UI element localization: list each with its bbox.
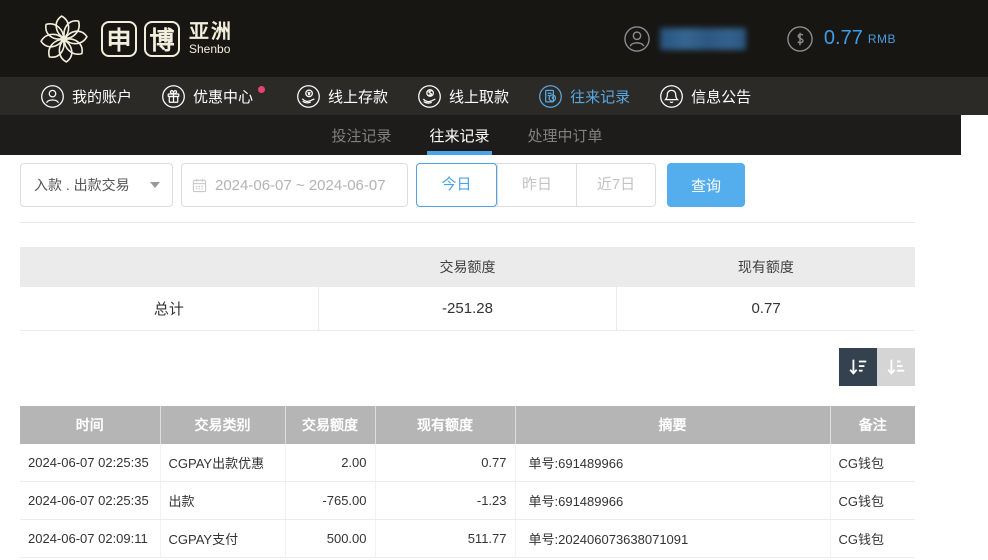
cell-type: CGPAY出款优惠 [160,443,286,482]
nav-item-transaction-records[interactable]: 往来记录 [538,84,630,109]
notification-dot [258,85,266,93]
logo-subtitle-text: Shenbo [189,41,231,56]
nav-item-deposit[interactable]: 线上存款 [296,84,388,109]
col-header-amount: 交易额度 [285,405,376,444]
content: 入款 . 出款交易 2024-06-07 ~ 2024-06-07 今日 昨日 … [20,163,915,558]
cell-balance: -1.23 [375,481,516,520]
col-header-note: 备注 [830,405,915,444]
user-icon [41,84,64,108]
col-header-time: 时间 [20,405,161,444]
summary-table: 交易额度 现有额度 总计 -251.28 0.77 [20,247,915,331]
main-nav: 我的账户 优惠中心 线上存款 线上取款 往来记录 信息公告 [0,77,988,115]
summary-header-empty [20,247,319,287]
sort-ascending-button[interactable] [877,347,915,386]
cell-summary: 单号:202406073638071091 [515,519,831,558]
gift-icon [162,84,185,108]
balance-amount: 0.77 [823,27,863,49]
cell-note: CG钱包 [830,443,915,482]
tab-pending-orders[interactable]: 处理中订单 [526,115,605,155]
logo-char-bo: 博 [144,20,180,57]
cell-type: CGPAY支付 [160,519,286,558]
search-button[interactable]: 查询 [667,163,745,207]
nav-label: 优惠中心 [193,88,254,106]
summary-total-row: 总计 -251.28 0.77 [20,287,915,331]
date-range-input[interactable]: 2024-06-07 ~ 2024-06-07 [181,163,408,207]
records-table: 时间 交易类别 交易额度 现有额度 摘要 备注 2024-06-07 02:25… [20,405,915,558]
cell-summary: 单号:691489966 [515,481,831,520]
tab-transaction-records[interactable]: 往来记录 [427,115,492,155]
topbar: 申 博 亚洲 Shenbo 0.77 RMB [0,0,988,77]
cell-amount: -765.00 [285,481,376,520]
user-account[interactable] [623,25,746,53]
quick-range-group: 今日 昨日 近7日 [416,163,656,207]
nav-label: 线上存款 [328,88,389,106]
sort-descending-icon [849,359,867,375]
table-row: 2024-06-07 02:25:35 CGPAY出款优惠 2.00 0.77 … [20,443,915,482]
cell-time: 2024-06-07 02:25:35 [20,481,161,520]
dollar-icon [787,25,813,52]
logo-region-text: 亚洲 [189,20,233,43]
type-select-value: 入款 . 出款交易 [34,177,130,193]
nav-item-my-account[interactable]: 我的账户 [40,84,132,109]
cell-amount: 500.00 [285,519,376,558]
cell-note: CG钱包 [830,481,915,520]
summary-total-transaction: -251.28 [317,287,617,331]
logo[interactable]: 申 博 亚洲 Shenbo [34,9,233,69]
filter-row: 入款 . 出款交易 2024-06-07 ~ 2024-06-07 今日 昨日 … [20,163,915,207]
divider [20,222,915,223]
yesterday-button[interactable]: 昨日 [497,164,576,206]
balance-currency: RMB [867,31,896,46]
nav-item-announcements[interactable]: 信息公告 [659,84,751,109]
transaction-type-select[interactable]: 入款 . 出款交易 [20,163,173,207]
summary-total-label: 总计 [20,287,319,331]
summary-header-balance: 现有额度 [616,247,915,287]
logo-char-shen: 申 [101,20,137,57]
sub-tabs: 投注记录 往来记录 处理中订单 [0,115,961,155]
nav-label: 我的账户 [72,88,133,106]
withdraw-icon [418,84,441,108]
summary-total-balance: 0.77 [616,287,915,331]
bell-icon [660,84,683,108]
table-row: 2024-06-07 02:25:35 出款 -765.00 -1.23 单号:… [20,481,915,520]
cell-balance: 511.77 [375,519,516,558]
sort-ascending-icon [887,359,905,375]
chevron-down-icon [150,182,160,188]
nav-label: 信息公告 [691,88,752,106]
nav-label: 线上取款 [449,88,510,106]
cell-note: CG钱包 [830,519,915,558]
summary-header-transaction: 交易额度 [318,247,617,287]
records-icon [539,84,562,108]
cell-amount: 2.00 [285,443,376,482]
records-header-row: 时间 交易类别 交易额度 现有额度 摘要 备注 [20,405,915,444]
table-row: 2024-06-07 02:09:11 CGPAY支付 500.00 511.7… [20,519,915,558]
cell-time: 2024-06-07 02:25:35 [20,443,161,482]
nav-label: 往来记录 [570,88,631,106]
cell-type: 出款 [160,481,286,520]
summary-header-row: 交易额度 现有额度 [20,247,915,287]
user-icon [624,25,650,52]
logo-flower-icon [40,14,88,63]
deposit-icon [297,84,320,108]
tab-betting-records[interactable]: 投注记录 [329,115,393,155]
today-button[interactable]: 今日 [416,163,497,207]
col-header-balance: 现有额度 [375,405,516,444]
topbar-right: 0.77 RMB [623,25,896,53]
calendar-icon [192,178,207,192]
logo-wordmark: 亚洲 Shenbo [189,20,233,56]
col-header-type: 交易类别 [160,405,286,444]
cell-balance: 0.77 [375,443,516,482]
nav-item-withdrawal[interactable]: 线上取款 [417,84,509,109]
username-redacted [659,27,746,50]
last-7-days-button[interactable]: 近7日 [576,164,655,206]
col-header-summary: 摘要 [515,405,831,444]
sort-descending-button[interactable] [839,347,877,386]
date-range-value: 2024-06-07 ~ 2024-06-07 [215,176,386,194]
nav-item-promotions[interactable]: 优惠中心 [161,84,267,109]
balance[interactable]: 0.77 RMB [786,25,896,53]
sort-controls [20,347,915,386]
cell-summary: 单号:691489966 [515,443,831,482]
cell-time: 2024-06-07 02:09:11 [20,519,161,558]
